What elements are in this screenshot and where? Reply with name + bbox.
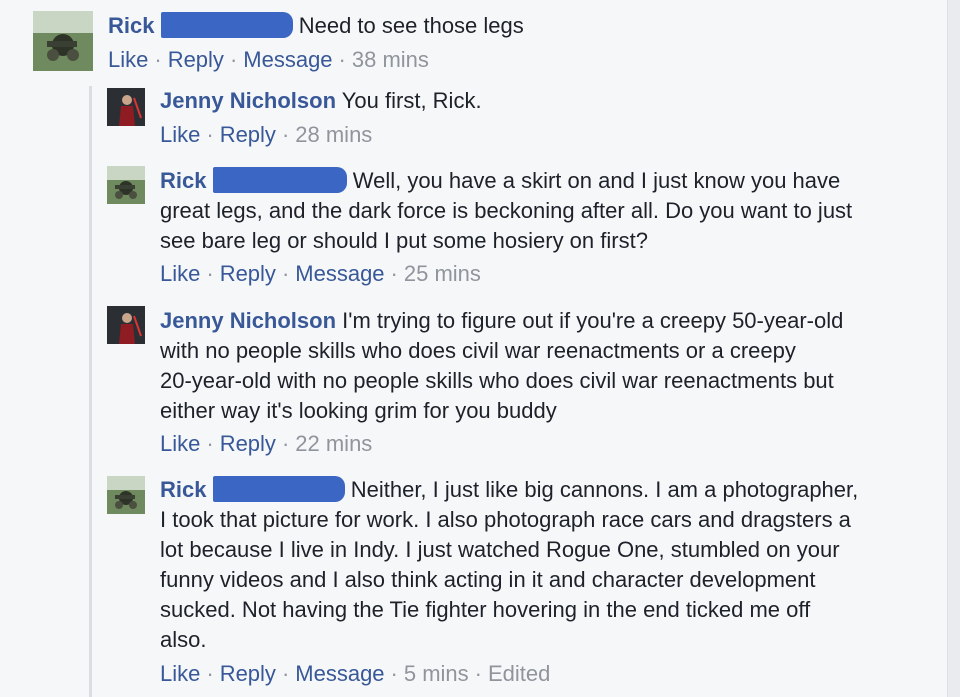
like-link[interactable]: Like: [108, 47, 148, 72]
comment-author[interactable]: Jenny Nicholson: [160, 88, 336, 113]
comment-body-line: with no people skills who does civil war…: [160, 338, 796, 363]
redacted-name: [160, 12, 293, 38]
comment-body-line: funny videos and I also think acting in …: [160, 567, 816, 592]
jenny-avatar[interactable]: [107, 88, 145, 126]
rick-avatar[interactable]: [107, 476, 145, 514]
comment-5-actions: Like · Reply · Message · 5 mins · Edited: [160, 661, 551, 686]
comment-body-line: 20-year-old with no people skills who do…: [160, 368, 834, 393]
comment-body-line: I took that picture for work. I also pho…: [160, 507, 851, 532]
comment-author[interactable]: Rick: [160, 477, 206, 502]
comment-4-text: Jenny Nicholson I'm trying to figure out…: [160, 306, 900, 426]
timestamp[interactable]: 5 mins: [404, 661, 469, 686]
like-link[interactable]: Like: [160, 431, 200, 456]
reply-link[interactable]: Reply: [220, 431, 276, 456]
reply-link[interactable]: Reply: [220, 122, 276, 147]
redacted-name: [212, 167, 347, 193]
comment-3-actions: Like · Reply · Message · 25 mins: [160, 261, 481, 286]
timestamp[interactable]: 25 mins: [404, 261, 481, 286]
comment-body-line: great legs, and the dark force is beckon…: [160, 198, 853, 223]
jenny-avatar[interactable]: [107, 306, 145, 344]
comment-2-text: Jenny Nicholson You first, Rick.: [160, 86, 900, 116]
timestamp[interactable]: 38 mins: [352, 47, 429, 72]
like-link[interactable]: Like: [160, 661, 200, 686]
comment-body-line: I'm trying to figure out if you're a cre…: [336, 308, 844, 333]
rick-avatar[interactable]: [107, 166, 145, 204]
redacted-name: [212, 476, 345, 502]
edited-label[interactable]: Edited: [488, 661, 550, 686]
comment-body: Need to see those legs: [292, 13, 524, 38]
comment-3-text: Rick Well, you have a skirt on and I jus…: [160, 166, 900, 256]
reply-link[interactable]: Reply: [220, 261, 276, 286]
timestamp[interactable]: 28 mins: [295, 122, 372, 147]
comment-4-actions: Like · Reply · 22 mins: [160, 431, 373, 456]
reply-link[interactable]: Reply: [168, 47, 224, 72]
like-link[interactable]: Like: [160, 122, 200, 147]
rick-avatar[interactable]: [33, 11, 93, 71]
timestamp[interactable]: 22 mins: [295, 431, 372, 456]
comment-body-line: also.: [160, 627, 207, 652]
comment-5-text: Rick Neither, I just like big cannons. I…: [160, 475, 900, 655]
comment-1-text: Rick Need to see those legs: [108, 11, 888, 41]
like-link[interactable]: Like: [160, 261, 200, 286]
comment-author[interactable]: Jenny Nicholson: [160, 308, 336, 333]
comment-2-actions: Like · Reply · 28 mins: [160, 122, 373, 147]
comment-body-line: Well, you have a skirt on and I just kno…: [346, 168, 841, 193]
comment-body-line: Neither, I just like big cannons. I am a…: [344, 477, 859, 502]
comment-body: You first, Rick.: [336, 88, 482, 113]
comment-body-line: either way it's looking grim for you bud…: [160, 398, 557, 423]
reply-thread-line: [89, 86, 92, 697]
message-link[interactable]: Message: [243, 47, 332, 72]
scrollbar-track[interactable]: [947, 0, 960, 697]
message-link[interactable]: Message: [295, 261, 384, 286]
comment-1-actions: Like · Reply · Message · 38 mins: [108, 47, 429, 72]
reply-link[interactable]: Reply: [220, 661, 276, 686]
comment-body-line: see bare leg or should I put some hosier…: [160, 228, 648, 253]
comment-body-line: sucked. Not having the Tie fighter hover…: [160, 597, 811, 622]
comment-body-line: lot because I live in Indy. I just watch…: [160, 537, 840, 562]
message-link[interactable]: Message: [295, 661, 384, 686]
comment-author[interactable]: Rick: [160, 168, 206, 193]
comment-author[interactable]: Rick: [108, 13, 154, 38]
